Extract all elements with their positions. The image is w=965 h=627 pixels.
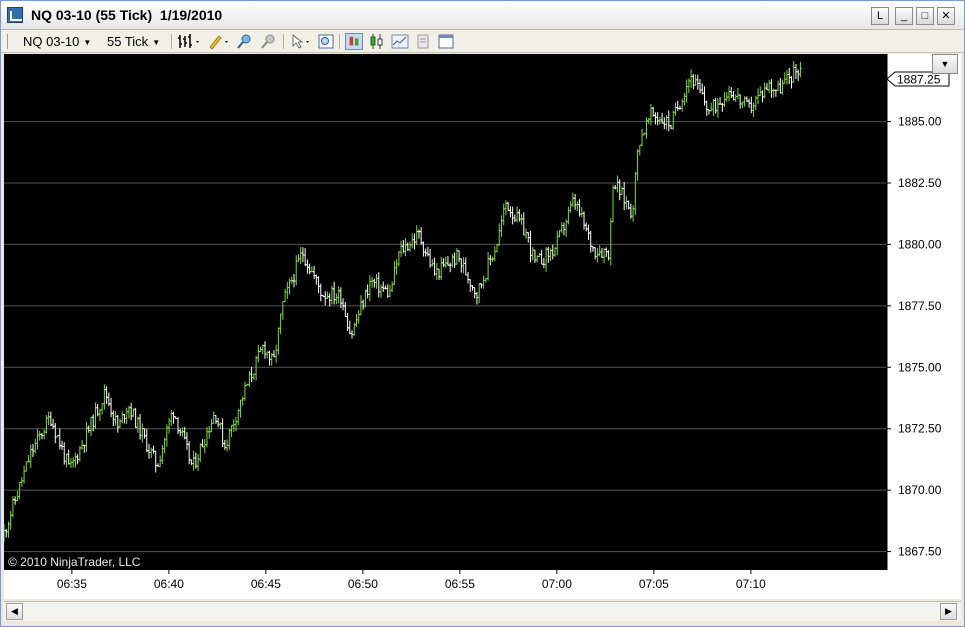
x-tick-label: 06:35 (57, 577, 87, 591)
maximize-button[interactable]: □ (916, 7, 934, 25)
line-icon[interactable] (391, 33, 409, 50)
y-tick-label: 1870.00 (898, 483, 942, 497)
x-tick-label: 07:10 (736, 577, 766, 591)
bar-type-icon[interactable] (177, 33, 203, 50)
y-tick-label: 1880.00 (898, 237, 942, 251)
grid-lines (4, 121, 887, 553)
chart-canvas[interactable]: 1867.50 1870.00 1872.50 1875.00 1877.50 1880.… (2, 54, 961, 599)
chevron-down-icon: ▼ (83, 38, 92, 48)
chart-app-icon (7, 7, 23, 23)
y-tick-label: 1877.50 (898, 299, 942, 313)
zoom-in-icon[interactable] (235, 33, 253, 50)
price-axis-panel (887, 54, 961, 599)
chart-style-icon[interactable] (345, 33, 363, 50)
minimize-button[interactable]: _ (895, 7, 913, 25)
drawing-pencil-icon[interactable] (207, 33, 231, 50)
toolbar-separator (283, 34, 284, 49)
instrument-label: NQ 03-10 (23, 34, 80, 49)
chevron-down-icon: ▼ (152, 38, 161, 48)
price-chart[interactable]: 1867.50 1870.00 1872.50 1875.00 1877.50 1880.… (2, 54, 961, 599)
x-tick-label: 07:05 (639, 577, 669, 591)
x-tick-label: 07:00 (542, 577, 572, 591)
y-tick-label: 1882.50 (898, 176, 942, 190)
interval-label: 55 Tick (107, 34, 149, 49)
scroll-right-icon[interactable]: ▶ (940, 603, 957, 620)
scroll-left-icon[interactable]: ◀ (6, 603, 23, 620)
x-tick-label: 06:50 (348, 577, 378, 591)
interval-selector[interactable]: 55 Tick ▼ (107, 33, 160, 50)
chart-toolbar: NQ 03-10 ▼ 55 Tick ▼ (1, 30, 964, 53)
price-bars (2, 60, 802, 542)
properties-icon[interactable] (317, 33, 335, 50)
axis-menu-button[interactable]: ▼ (932, 54, 958, 74)
zoom-out-icon[interactable] (259, 33, 277, 50)
y-tick-label: 1885.00 (898, 115, 942, 129)
title-bar[interactable]: NQ 03-10 (55 Tick) 1/19/2010 L _ □ ✕ (1, 1, 964, 30)
instrument-selector[interactable]: NQ 03-10 ▼ (23, 33, 91, 50)
toolbar-grip (7, 34, 8, 49)
toolbar-separator (171, 34, 172, 49)
y-tick-label: 1875.00 (898, 360, 942, 374)
candlestick-icon[interactable] (368, 33, 386, 50)
toggle-panel-icon[interactable] (437, 33, 455, 50)
horizontal-scrollbar[interactable]: ◀ ▶ (4, 601, 961, 621)
last-price-marker: 1887.25 (886, 71, 950, 87)
close-button[interactable]: ✕ (937, 7, 955, 25)
data-box-icon[interactable] (414, 33, 432, 50)
y-tick-label: 1872.50 (898, 422, 942, 436)
x-tick-label: 06:45 (251, 577, 281, 591)
last-price-label: 1887.25 (897, 73, 941, 87)
cursor-icon[interactable] (289, 33, 313, 50)
chart-window: NQ 03-10 (55 Tick) 1/19/2010 L _ □ ✕ NQ … (0, 0, 965, 627)
link-button[interactable]: L (871, 7, 889, 25)
x-tick-label: 06:55 (445, 577, 475, 591)
copyright-text: © 2010 NinjaTrader, LLC (8, 555, 141, 569)
time-axis-panel (4, 570, 961, 599)
window-title: NQ 03-10 (55 Tick) 1/19/2010 (31, 7, 223, 23)
y-tick-label: 1867.50 (898, 545, 942, 559)
x-tick-label: 06:40 (154, 577, 184, 591)
toolbar-separator (339, 34, 340, 49)
